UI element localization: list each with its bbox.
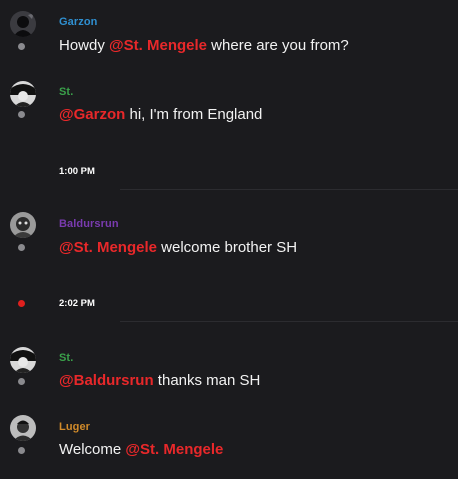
author-name[interactable]: St. bbox=[59, 352, 73, 364]
message-text: @Baldursrun thanks man SH bbox=[59, 372, 261, 389]
message-text: @Garzon hi, I'm from England bbox=[59, 106, 263, 123]
chat-log: Garzon Howdy @St. Mengele where are you … bbox=[0, 0, 458, 479]
status-dot bbox=[18, 111, 25, 118]
message-text: Welcome @St. Mengele bbox=[59, 441, 224, 458]
timestamp: 1:00 PM bbox=[59, 166, 95, 177]
avatar[interactable] bbox=[10, 11, 36, 37]
status-dot bbox=[18, 43, 25, 50]
status-dot bbox=[18, 244, 25, 251]
mention-link[interactable]: @St. Mengele bbox=[59, 239, 157, 256]
divider bbox=[120, 189, 458, 190]
mention-link[interactable]: @Baldursrun bbox=[59, 372, 154, 389]
message-text: Howdy @St. Mengele where are you from? bbox=[59, 37, 349, 54]
author-name[interactable]: Baldursrun bbox=[59, 218, 119, 230]
timestamp: 2:02 PM bbox=[59, 298, 95, 309]
divider bbox=[120, 321, 458, 322]
author-name[interactable]: Luger bbox=[59, 421, 90, 433]
avatar[interactable] bbox=[10, 212, 36, 238]
status-dot bbox=[18, 378, 25, 385]
mention-link[interactable]: @St. Mengele bbox=[109, 37, 207, 54]
message-text: @St. Mengele welcome brother SH bbox=[59, 239, 298, 256]
new-messages-dot bbox=[18, 300, 25, 307]
status-dot bbox=[18, 447, 25, 454]
avatar[interactable] bbox=[10, 347, 36, 373]
mention-link[interactable]: @St. Mengele bbox=[125, 441, 223, 458]
author-name[interactable]: Garzon bbox=[59, 16, 98, 28]
mention-link[interactable]: @Garzon bbox=[59, 106, 125, 123]
avatar[interactable] bbox=[10, 415, 36, 441]
author-name[interactable]: St. bbox=[59, 86, 73, 98]
avatar[interactable] bbox=[10, 81, 36, 107]
